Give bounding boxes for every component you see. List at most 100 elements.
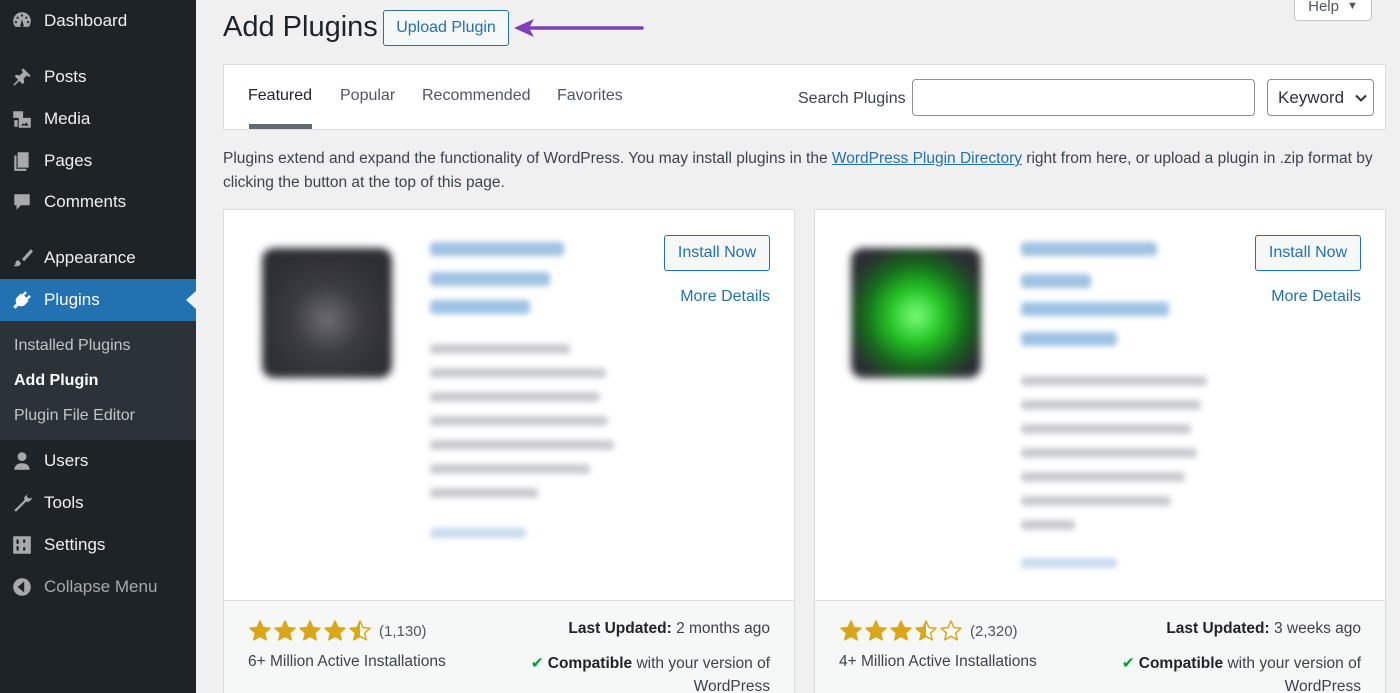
plugin-icon xyxy=(851,248,981,378)
sidebar-item-label: Comments xyxy=(44,192,127,211)
blurred-description xyxy=(430,488,538,498)
blurred-description xyxy=(430,392,600,402)
star-full-icon xyxy=(274,620,296,641)
tab-favorites[interactable]: Favorites xyxy=(557,87,623,105)
star-full-icon xyxy=(249,620,271,641)
star-half-icon xyxy=(349,620,371,641)
blurred-title xyxy=(430,272,550,286)
rating-count: (2,320) xyxy=(970,622,1018,640)
last-updated: Last Updated: 2 months ago xyxy=(568,620,770,638)
sidebar-item-pages[interactable]: Pages xyxy=(0,140,196,182)
active-tab-indicator xyxy=(249,124,312,129)
more-details-link[interactable]: More Details xyxy=(680,288,770,306)
sliders-icon xyxy=(0,534,44,556)
media-icon xyxy=(0,108,44,130)
intro-text-part: Plugins extend and expand the functional… xyxy=(223,150,832,167)
install-now-button[interactable]: Install Now xyxy=(664,235,770,271)
star-rating: (1,130) xyxy=(248,619,427,643)
plugin-card-footer: (1,130) 6+ Million Active Installations … xyxy=(224,600,794,693)
pin-icon xyxy=(0,66,44,88)
search-type-value: Keyword xyxy=(1278,87,1345,107)
star-full-icon xyxy=(299,620,321,641)
sidebar-item-label: Collapse Menu xyxy=(44,577,158,596)
install-now-button[interactable]: Install Now xyxy=(1255,235,1361,271)
collapse-menu-button[interactable]: Collapse Menu xyxy=(0,566,196,608)
sidebar-item-label: Plugins xyxy=(44,290,100,309)
sidebar-item-settings[interactable]: Settings xyxy=(0,524,196,566)
sidebar-item-posts[interactable]: Posts xyxy=(0,56,196,98)
intro-text: Plugins extend and expand the functional… xyxy=(223,147,1373,195)
caret-down-icon: ▼ xyxy=(1346,0,1358,12)
submenu-add-plugin[interactable]: Add Plugin xyxy=(14,372,98,390)
submenu-plugin-file-editor[interactable]: Plugin File Editor xyxy=(14,407,135,425)
star-half-icon xyxy=(915,620,937,641)
search-plugins-input[interactable] xyxy=(912,79,1255,116)
tab-popular[interactable]: Popular xyxy=(340,87,395,105)
blurred-description xyxy=(430,368,606,378)
star-rating: (2,320) xyxy=(839,619,1018,643)
blurred-title xyxy=(1021,274,1091,288)
star-full-icon xyxy=(840,620,862,641)
rating-count: (1,130) xyxy=(379,622,427,640)
last-updated-label: Last Updated: xyxy=(1166,620,1270,637)
more-details-link[interactable]: More Details xyxy=(1271,288,1361,306)
blurred-description xyxy=(430,416,608,426)
brush-icon xyxy=(0,247,44,269)
admin-sidebar: Dashboard Posts Media Pages Comments App… xyxy=(0,0,196,693)
tab-recommended[interactable]: Recommended xyxy=(422,87,531,105)
blurred-description xyxy=(1021,424,1191,434)
submenu-installed-plugins[interactable]: Installed Plugins xyxy=(14,337,131,355)
help-tab-button[interactable]: Help ▼ xyxy=(1294,0,1372,21)
plugin-card-footer: (2,320) 4+ Million Active Installations … xyxy=(815,600,1385,693)
star-full-icon xyxy=(890,620,912,641)
sidebar-item-comments[interactable]: Comments xyxy=(0,181,196,223)
plugin-card: Install Now More Details (1,130) 6+ Mill… xyxy=(223,209,795,693)
last-updated: Last Updated: 3 weeks ago xyxy=(1166,620,1361,638)
sidebar-item-label: Appearance xyxy=(44,248,136,267)
sidebar-item-media[interactable]: Media xyxy=(0,98,196,140)
sidebar-item-appearance[interactable]: Appearance xyxy=(0,237,196,279)
blurred-description xyxy=(430,464,590,474)
compatible-text: with your version of WordPress xyxy=(1227,655,1361,693)
help-label: Help xyxy=(1308,0,1339,15)
active-installations: 4+ Million Active Installations xyxy=(839,653,1037,670)
sidebar-item-tools[interactable]: Tools xyxy=(0,482,196,524)
dashboard-icon xyxy=(0,10,44,32)
star-empty-icon xyxy=(940,620,962,641)
plugin-card: Install Now More Details (2,320) 4+ Mill… xyxy=(814,209,1386,693)
sidebar-item-dashboard[interactable]: Dashboard xyxy=(0,0,196,42)
last-updated-value: 2 months ago xyxy=(676,620,770,637)
blurred-title xyxy=(1021,242,1157,256)
collapse-icon xyxy=(0,576,44,598)
plugins-submenu: Installed Plugins Add Plugin Plugin File… xyxy=(0,321,196,440)
sidebar-item-label: Users xyxy=(44,451,89,470)
chevron-down-icon xyxy=(1355,94,1367,102)
sidebar-item-label: Pages xyxy=(44,151,93,170)
blurred-description xyxy=(430,440,614,450)
sidebar-item-label: Tools xyxy=(44,493,84,512)
blurred-description xyxy=(1021,448,1197,458)
sidebar-item-label: Posts xyxy=(44,67,87,86)
blurred-title xyxy=(1021,302,1169,316)
stars-container xyxy=(839,619,963,643)
search-type-select[interactable]: Keyword xyxy=(1267,79,1374,116)
checkmark-icon: ✔ xyxy=(530,655,544,672)
upload-plugin-button[interactable]: Upload Plugin xyxy=(383,10,509,46)
user-icon xyxy=(0,450,44,472)
compatible-label: Compatible xyxy=(1138,655,1224,672)
sidebar-item-plugins[interactable]: Plugins xyxy=(0,279,196,321)
blurred-author xyxy=(1021,558,1117,568)
plugin-filter-bar: Featured Popular Recommended Favorites S… xyxy=(223,64,1386,130)
sidebar-item-users[interactable]: Users xyxy=(0,440,196,482)
blurred-author xyxy=(430,528,526,538)
last-updated-value: 3 weeks ago xyxy=(1273,620,1361,637)
blurred-description xyxy=(1021,496,1171,506)
plugin-directory-link[interactable]: WordPress Plugin Directory xyxy=(832,150,1022,167)
compatible-label: Compatible xyxy=(547,655,633,672)
blurred-title xyxy=(1021,332,1117,346)
last-updated-label: Last Updated: xyxy=(568,620,672,637)
compatible-text: with your version of WordPress xyxy=(636,655,770,693)
tab-featured[interactable]: Featured xyxy=(248,87,312,105)
annotation-arrow xyxy=(514,19,644,37)
comment-icon xyxy=(0,191,44,213)
